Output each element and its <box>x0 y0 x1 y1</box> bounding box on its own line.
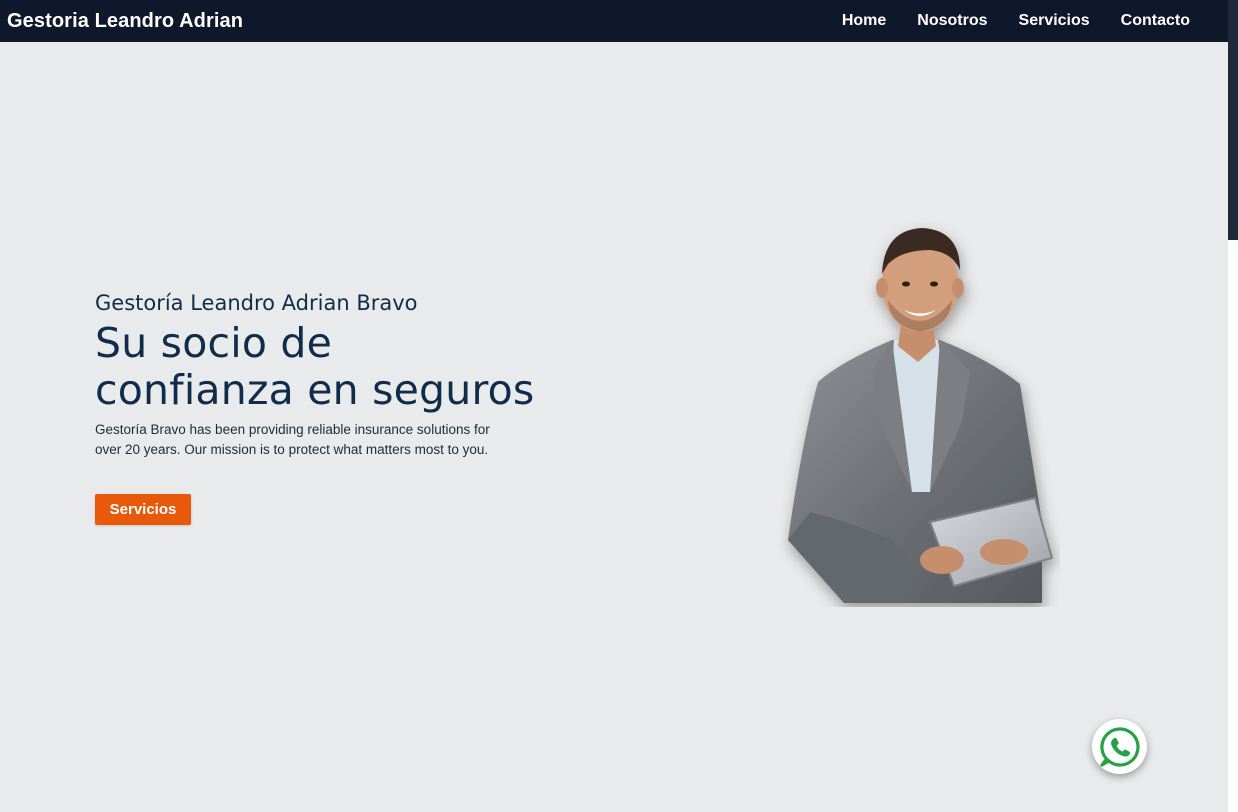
hero-title: Su socio de confianza en seguros <box>95 320 615 414</box>
brand-logo-text[interactable]: Gestoria Leandro Adrian <box>7 10 243 33</box>
whatsapp-button[interactable] <box>1092 719 1147 774</box>
nav-link-contacto[interactable]: Contacto <box>1121 12 1190 30</box>
hero-description-line1: Gestoría Bravo has been providing reliab… <box>95 422 490 437</box>
scrollbar-thumb[interactable] <box>1228 0 1238 240</box>
hero-subtitle: Gestoría Leandro Adrian Bravo <box>95 291 418 315</box>
nav-link-nosotros[interactable]: Nosotros <box>917 12 987 30</box>
nav-links: Home Nosotros Servicios Contacto <box>842 12 1190 30</box>
hero-title-line2: confianza en seguros <box>95 366 535 414</box>
businessman-portrait-image <box>788 228 1054 603</box>
hero-section: Gestoría Leandro Adrian Bravo Su socio d… <box>95 288 615 460</box>
hero-description: Gestoría Bravo has been providing reliab… <box>95 420 515 460</box>
navbar: Gestoria Leandro Adrian Home Nosotros Se… <box>0 0 1228 42</box>
servicios-cta-button[interactable]: Servicios <box>95 494 191 525</box>
hero-title-line1: Su socio de <box>95 319 332 367</box>
nav-link-servicios[interactable]: Servicios <box>1019 12 1090 30</box>
whatsapp-icon <box>1099 726 1140 767</box>
nav-link-home[interactable]: Home <box>842 12 886 30</box>
hero-description-line2: over 20 years. Our mission is to protect… <box>95 442 489 457</box>
